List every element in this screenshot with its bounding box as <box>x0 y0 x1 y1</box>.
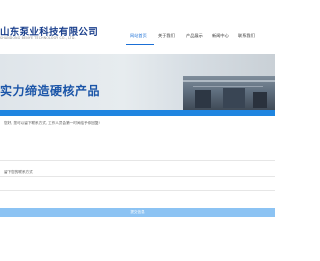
nav-item-news[interactable]: 新闻中心 <box>212 33 229 39</box>
nav-active-indicator <box>126 44 154 45</box>
machine-shape <box>223 88 245 108</box>
submit-button[interactable]: 提交信息 <box>0 208 275 217</box>
contact-input[interactable]: 留下您的联系方式 <box>4 170 33 175</box>
nav-item-about[interactable]: 关于我们 <box>158 33 175 39</box>
nav-item-products[interactable]: 产品展示 <box>186 33 203 39</box>
machine-shape <box>195 90 211 108</box>
question-prompt: 您好, 您可以留下联系方式, 工作人员会第一时间给予你回复! <box>4 121 100 125</box>
site-header: 山东泵业科技有限公司 SHANDONG BENYE TECHNOLOGY CO.… <box>0 0 275 54</box>
machine-shape <box>253 92 267 108</box>
company-name-english: SHANDONG BENYE TECHNOLOGY CO., LTD. <box>0 36 76 40</box>
hero-banner: 实力缔造硬核产品 <box>0 54 275 110</box>
message-textarea-border[interactable] <box>0 160 275 161</box>
nav-item-home[interactable]: 网站首页 <box>130 33 147 39</box>
banner-headline: 实力缔造硬核产品 <box>0 84 101 98</box>
contact-input-border <box>0 176 275 177</box>
form-divider <box>0 190 275 191</box>
photo-beam <box>193 86 263 87</box>
message-form: 您好, 您可以留下联系方式, 工作人员会第一时间给予你回复! 留下您的联系方式 <box>0 116 275 261</box>
factory-photo <box>183 76 275 110</box>
photo-beam <box>183 80 275 82</box>
nav-item-contact[interactable]: 联系我们 <box>238 33 255 39</box>
